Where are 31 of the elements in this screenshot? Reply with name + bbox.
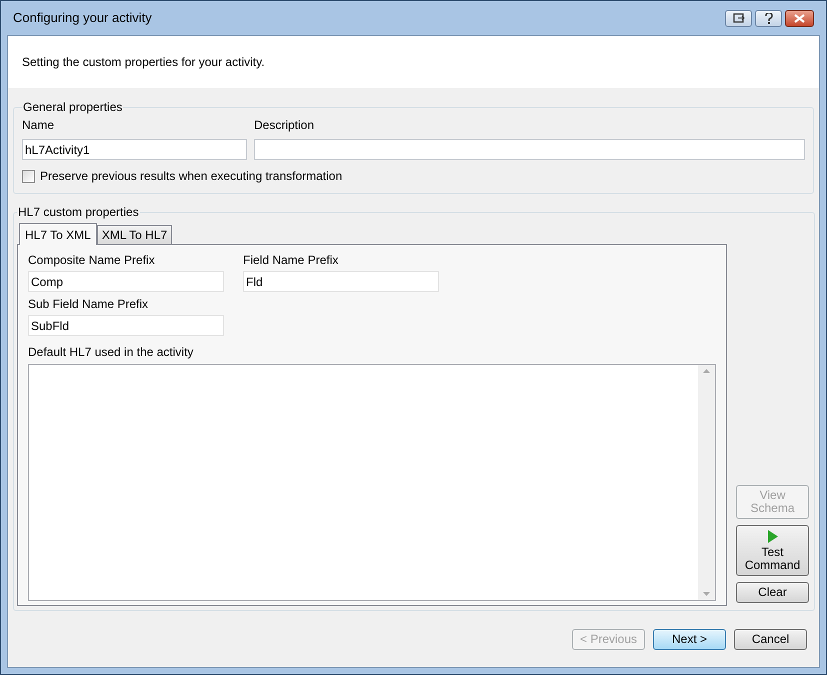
- restore-icon[interactable]: [725, 10, 752, 26]
- checkbox[interactable]: [22, 170, 35, 182]
- checkbox-label[interactable]: Preserve previous results when executing transformation: [40, 167, 342, 185]
- tab[interactable]: XML To HL7: [96, 225, 172, 244]
- field-label: Description: [254, 117, 316, 134]
- text-field[interactable]: Fld: [243, 271, 439, 292]
- scroll-down-icon[interactable]: [703, 592, 710, 596]
- scrollbar[interactable]: [698, 365, 715, 600]
- dialog-button[interactable]: Cancel: [734, 628, 807, 650]
- field-label: Default HL7 used in the activity: [28, 344, 194, 361]
- play-icon: [768, 530, 778, 542]
- field-label: Sub Field Name Prefix: [28, 296, 150, 313]
- side-button[interactable]: Clear: [736, 582, 809, 603]
- name-field[interactable]: hL7Activity1: [22, 139, 247, 160]
- field-label: Composite Name Prefix: [28, 252, 156, 269]
- text-field[interactable]: Comp: [28, 271, 224, 292]
- window-title: Configuring your activity: [13, 9, 152, 28]
- text-area[interactable]: [28, 364, 716, 601]
- field-label: Field Name Prefix: [243, 252, 340, 269]
- close-icon[interactable]: [785, 10, 814, 26]
- dialog-button[interactable]: Next >: [653, 628, 726, 650]
- side-button[interactable]: Test Command: [736, 525, 809, 576]
- field-label: Name: [22, 117, 56, 134]
- group-title: General properties: [22, 99, 124, 116]
- description-field[interactable]: [254, 139, 805, 160]
- text-field[interactable]: SubFld: [28, 315, 224, 336]
- help-icon[interactable]: [755, 10, 782, 26]
- scroll-up-icon[interactable]: [703, 369, 710, 373]
- tab[interactable]: HL7 To XML: [19, 223, 97, 245]
- header-text: Setting the custom properties for your activity.: [22, 54, 265, 71]
- group-title: HL7 custom properties: [17, 204, 140, 221]
